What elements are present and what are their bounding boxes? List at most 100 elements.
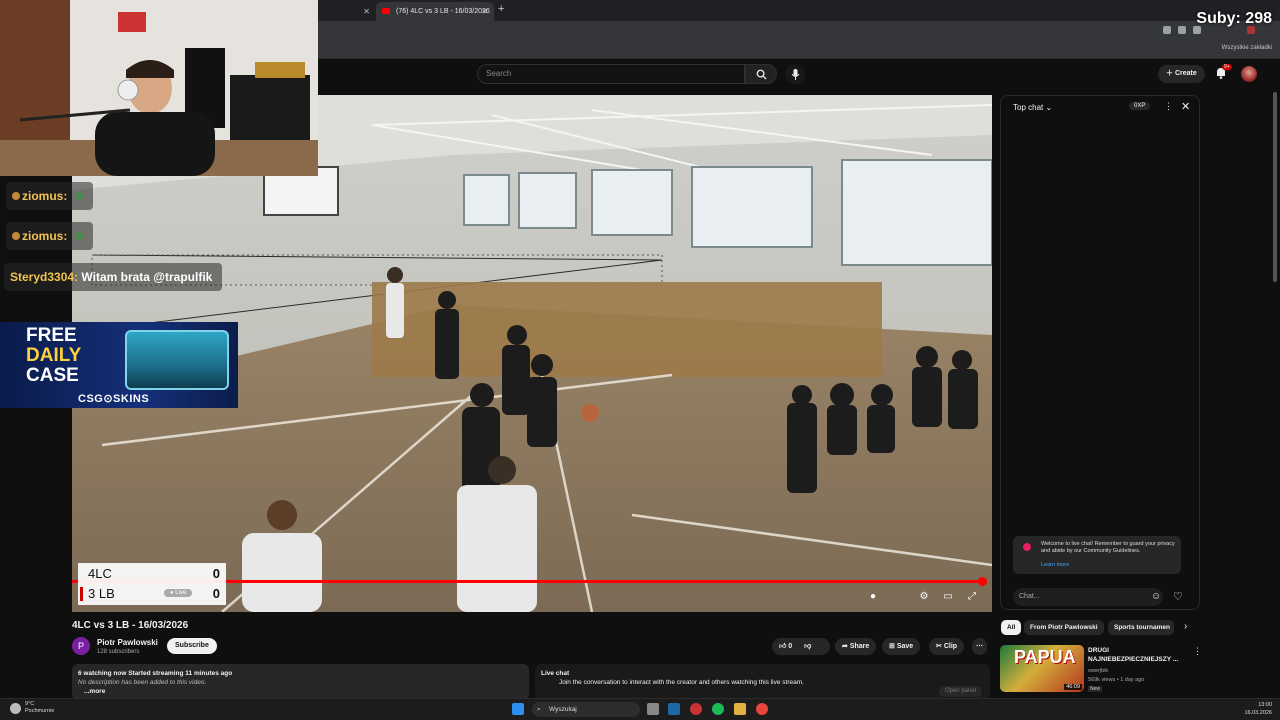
subscribe-button[interactable]: Subscribe	[167, 638, 217, 654]
description-text: No description has been added to this vi…	[78, 679, 207, 686]
subscriber-goal-counter: Suby: 298	[1196, 10, 1272, 27]
chip-from-channel[interactable]: From Piotr Pawlowski	[1024, 620, 1104, 635]
like-button[interactable]: 👍︎ 0	[779, 643, 792, 650]
live-indicator-button[interactable]: ● Live	[164, 589, 193, 597]
task-view-icon[interactable]	[647, 703, 659, 715]
search-icon	[756, 69, 767, 80]
system-clock[interactable]: 13:00 16.03.2026	[1244, 701, 1272, 717]
chat-user-icon	[12, 192, 20, 200]
browser-tab[interactable]: ✕	[318, 2, 376, 21]
team-score: 0	[212, 586, 220, 601]
voice-search-button[interactable]	[785, 64, 805, 84]
stream-chat-message: ziomus:	[6, 222, 93, 250]
xp-badge[interactable]: 0XP	[1129, 102, 1151, 110]
share-button[interactable]: ➦ Share	[835, 638, 877, 655]
live-meta: 6 watching now Started streaming 11 minu…	[78, 670, 233, 677]
video-duration: 46:09	[1064, 684, 1082, 690]
more-actions-icon[interactable]: ⋯	[972, 638, 987, 655]
team-name: 4LC	[88, 566, 112, 581]
chevron-right-icon[interactable]: ›	[1184, 621, 1187, 632]
recommended-channel[interactable]: owerjbik	[1088, 668, 1108, 674]
chevron-down-icon: ⌄	[1045, 103, 1053, 112]
emoji-icon[interactable]: ☺	[1151, 591, 1161, 602]
share-icon: ➦	[842, 643, 848, 650]
stream-chat-message: ziomus:	[6, 182, 93, 210]
streamer-webcam	[0, 0, 318, 176]
video-title: 4LC vs 3 LB - 16/03/2026	[72, 620, 189, 631]
case-chest-icon	[125, 330, 229, 390]
more-link[interactable]: ...more	[84, 687, 523, 696]
search-input[interactable]: Search	[477, 64, 745, 84]
recommended-title[interactable]: DRUGI NAJNIEBEZPIECZNIEJSZY ...	[1088, 646, 1184, 664]
search-icon: ⌕	[537, 706, 541, 713]
chat-input[interactable]: Chat...	[1013, 588, 1163, 606]
channel-name[interactable]: Piotr Pawlowski	[97, 638, 158, 647]
emote-icon	[74, 232, 83, 240]
channel-avatar[interactable]: P	[72, 637, 90, 655]
thumbs-up-icon: 👍︎	[779, 643, 787, 650]
bookmark-icon: ⊞	[889, 643, 895, 650]
live-chat-panel: Top chat ⌄ 0XP ⋮ ✕ Welcome to live chat!…	[1000, 95, 1200, 610]
chip-all[interactable]: All	[1001, 620, 1022, 635]
app-icon[interactable]	[690, 703, 702, 715]
settings-gear-icon[interactable]: ⚙	[918, 591, 930, 603]
file-explorer-icon[interactable]	[734, 703, 746, 715]
browser-tab-active[interactable]: (76) 4LC vs 3 LB - 16/03/2026 ✕	[376, 2, 494, 21]
steam-icon[interactable]	[668, 703, 680, 715]
live-chat-summary: Live chat Join the conversation to inter…	[535, 664, 990, 700]
open-panel-button[interactable]: Open panel	[938, 686, 982, 697]
learn-more-link[interactable]: Learn more	[1041, 562, 1069, 569]
translate-icon[interactable]	[1163, 26, 1171, 34]
chat-mode-dropdown[interactable]: Top chat ⌄	[1013, 103, 1052, 112]
tab-close-icon[interactable]: ✕	[363, 2, 370, 21]
create-button[interactable]: ＋ Create	[1158, 65, 1205, 83]
chat-user-icon	[12, 232, 20, 240]
taskbar-search[interactable]: ⌕ Wyszukaj	[532, 702, 640, 717]
account-avatar[interactable]	[1241, 66, 1257, 82]
close-chat-icon[interactable]: ✕	[1181, 100, 1190, 113]
thumbs-down-icon: 👎︎	[804, 643, 812, 650]
subscriber-count: 128 subscribers	[97, 649, 140, 655]
description-box[interactable]: 6 watching now Started streaming 11 minu…	[72, 664, 529, 700]
team-name: 3 LB	[88, 586, 115, 601]
sponsor-banner: FREE DAILY CASE CSG⊙SKINS	[0, 322, 238, 408]
weather-widget[interactable]: 9°C Pochmurnie	[25, 701, 54, 715]
scoreboard-row: 4LC 0	[88, 564, 224, 584]
more-options-icon[interactable]: ⋮	[1164, 101, 1173, 112]
scoreboard-row: 3 LB 0	[80, 584, 224, 604]
page-scrollbar[interactable]	[1273, 92, 1277, 282]
sponsor-brand: CSG⊙SKINS	[78, 393, 150, 405]
miniplayer-icon[interactable]: ▭	[942, 591, 954, 603]
windows-start-icon[interactable]	[512, 703, 524, 715]
live-chat-text: Join the conversation to interact with t…	[559, 679, 804, 686]
heart-icon[interactable]: ♡	[1173, 590, 1183, 603]
chrome-icon[interactable]	[756, 703, 768, 715]
tab-close-icon[interactable]: ✕	[481, 2, 488, 21]
spotify-icon[interactable]	[712, 703, 724, 715]
autoplay-toggle-icon[interactable]: ●	[867, 591, 879, 603]
recommended-more-icon[interactable]: ⋮	[1193, 646, 1202, 657]
save-button[interactable]: ⊞ Save	[882, 638, 921, 655]
all-bookmarks-link[interactable]: Wszystkie zakładki	[1222, 45, 1272, 51]
youtube-favicon-icon	[382, 8, 390, 14]
notifications-badge: 9+	[1222, 64, 1232, 70]
extension-icon[interactable]	[1178, 26, 1186, 34]
chip-sports[interactable]: Sports tournamen	[1108, 620, 1174, 635]
emote-icon	[74, 192, 83, 200]
clip-button[interactable]: ✂ Clip	[929, 638, 965, 655]
fullscreen-icon[interactable]: ⤢	[966, 591, 978, 603]
new-badge: New	[1088, 686, 1103, 692]
dislike-button[interactable]: 👎︎	[804, 643, 811, 650]
recommended-meta: 569k views • 1 day ago	[1088, 677, 1145, 683]
promo-headline: FREE DAILY CASE	[26, 325, 82, 386]
search-button[interactable]	[745, 64, 777, 84]
microphone-icon	[791, 68, 799, 80]
new-tab-button[interactable]: +	[498, 3, 504, 15]
video-scrubber-handle[interactable]	[978, 577, 987, 586]
windows-taskbar: 9°C Pochmurnie ⌕ Wyszukaj 13:00 16.03.20…	[0, 698, 1280, 720]
live-chat-heading: Live chat	[541, 670, 570, 677]
recommended-thumbnail[interactable]: PAPUA 46:09	[1000, 645, 1084, 692]
webcam-image	[0, 0, 318, 176]
chat-welcome-notice: Welcome to live chat! Remember to guard …	[1013, 536, 1181, 574]
serve-indicator	[80, 587, 83, 601]
